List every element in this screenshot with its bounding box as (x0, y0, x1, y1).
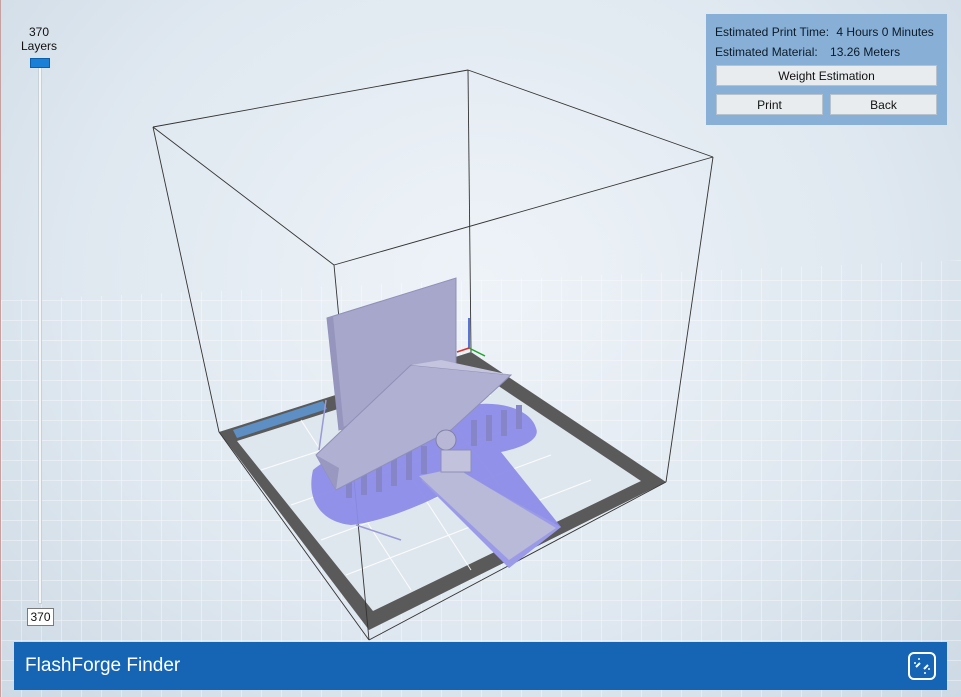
current-layer-box[interactable]: 370 (27, 608, 54, 626)
print-time-label: Estimated Print Time: (715, 25, 830, 39)
material-label: Estimated Material: (715, 45, 818, 59)
print-button[interactable]: Print (716, 94, 823, 115)
app-name: FlashForge Finder (25, 655, 181, 676)
layer-slider-handle[interactable] (30, 58, 50, 68)
layer-total: 370 (28, 25, 50, 39)
layers-caption: Layers (20, 39, 58, 53)
layer-count-label: 370 Layers (19, 25, 59, 53)
material-value: 13.26 Meters (830, 45, 901, 59)
material-row: Estimated Material: 13.26 Meters (715, 42, 939, 62)
weight-estimation-button[interactable]: Weight Estimation (716, 65, 937, 86)
footer-bar: FlashForge Finder (14, 642, 947, 690)
3d-viewport[interactable]: 370 Layers 370 Estimated Print Time: 4 H… (0, 0, 961, 697)
unlink-icon[interactable] (908, 652, 936, 680)
unlink-icon-glyph (914, 658, 930, 674)
back-button[interactable]: Back (830, 94, 937, 115)
layer-slider-track[interactable] (38, 64, 42, 604)
estimation-panel: Estimated Print Time: 4 Hours 0 Minutes … (706, 14, 947, 125)
print-time-row: Estimated Print Time: 4 Hours 0 Minutes (715, 22, 939, 42)
print-time-value: 4 Hours 0 Minutes (836, 25, 934, 39)
